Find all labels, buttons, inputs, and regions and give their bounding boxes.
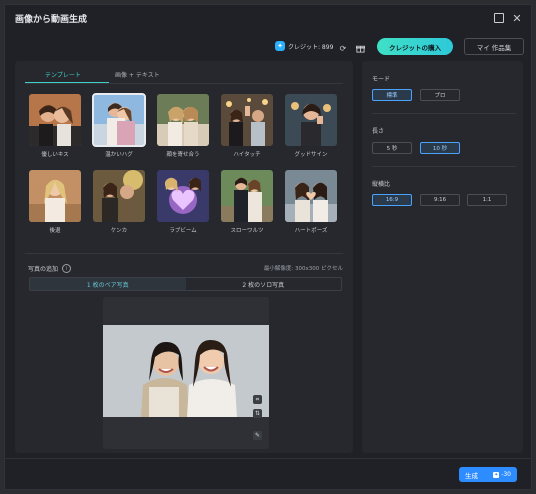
photo-add-label: 写真の追加 [28,266,59,273]
template-thumbnail[interactable] [29,170,81,222]
template-item[interactable]: ハイタッチ [220,94,274,158]
tab-solo-photos[interactable]: 2 枚のソロ写真 [186,278,342,290]
template-label: ハイタッチ [233,152,261,158]
template-item-selected[interactable]: 温かいハグ [92,93,146,158]
uploaded-photo [103,325,269,417]
template-thumbnail[interactable] [285,94,337,146]
close-icon[interactable]: ✕ [511,12,523,25]
template-label: 顔を寄せ合う [166,152,200,158]
info-icon[interactable]: i [62,264,72,273]
gift-icon[interactable] [355,43,365,53]
ratio-label: 縦横比 [372,181,391,188]
template-thumbnail[interactable] [157,94,209,146]
template-item[interactable]: 顔を寄せ合う [156,94,210,158]
template-label: グッドサイン [294,152,328,158]
credit-icon: ✦ [493,471,500,478]
mode-tabs: テンプレート 画像 + テキスト [25,70,205,84]
template-item[interactable]: ラブビーム [156,170,210,234]
uploaded-photo-card[interactable]: ⌗ ⇅ ✎ [103,297,269,449]
template-item[interactable]: スローワルツ [220,170,274,234]
template-label: スローワルツ [230,228,264,234]
template-item[interactable]: グッドサイン [284,94,338,158]
photo-mode-switch: 1 枚のペア写真 2 枚のソロ写真 [29,277,342,291]
mode-label: モード [372,76,391,83]
template-item[interactable]: 優しいキス [28,94,82,158]
maximize-icon[interactable] [493,12,505,24]
template-thumbnail[interactable] [285,170,337,222]
generate-label: 生成 [465,471,478,480]
my-works-button[interactable]: マイ 作品集 [464,38,524,55]
template-label: ケンカ [110,228,128,234]
credit-icon: ✦ [275,41,285,51]
replace-icon[interactable]: ⇅ [253,409,262,418]
template-label: 優しいキス [41,152,69,158]
template-thumbnail[interactable] [221,170,273,222]
length-10s-button[interactable]: 10 秒 [420,142,460,154]
template-label: ハートポーズ [294,228,328,234]
settings-divider [372,166,516,167]
credit-display: ✦ クレジット: 899 [275,41,333,51]
settings-panel: モード 標準 プロ 長さ 5 秒 10 秒 縦横比 16:9 9:16 1:1 [362,61,523,453]
template-panel: テンプレート 画像 + テキスト 優しいキス 温かいハグ 顔を寄せ合う ハイタッ… [15,61,353,453]
template-thumbnail[interactable] [92,93,146,147]
length-label: 長さ [372,128,385,135]
refresh-icon[interactable]: ⟳ [338,43,348,53]
template-thumbnail[interactable] [93,170,145,222]
mode-standard-button[interactable]: 標準 [372,89,412,101]
credit-label: クレジット: 899 [288,43,334,51]
top-toolbar: ✦ クレジット: 899 ⟳ クレジットの購入 マイ 作品集 [5,37,531,59]
template-item[interactable]: 後退 [28,170,82,234]
template-thumbnail[interactable] [157,170,209,222]
generate-button[interactable]: 生成 ✦ -30 [459,467,517,482]
mode-pro-button[interactable]: プロ [420,89,460,101]
template-label: ラブビーム [169,228,197,234]
template-thumbnail[interactable] [221,94,273,146]
template-label: 温かいハグ [105,152,133,158]
photo-add-header: 写真の追加 i [28,264,72,273]
template-item[interactable]: ケンカ [92,170,146,234]
generate-cost-value: -30 [501,471,511,478]
tab-pair-photo[interactable]: 1 枚のペア写真 [30,278,186,290]
length-5s-button[interactable]: 5 秒 [372,142,412,154]
ratio-16-9-button[interactable]: 16:9 [372,194,412,206]
window-title: 画像から動画生成 [15,15,88,25]
tab-template[interactable]: テンプレート [45,70,81,79]
min-resolution-note: 最小解像度: 300x300 ピクセル [263,266,343,272]
ratio-9-16-button[interactable]: 9:16 [420,194,460,206]
footer-bar: 生成 ✦ -30 [5,458,531,489]
edit-icon[interactable]: ✎ [253,431,262,440]
ratio-1-1-button[interactable]: 1:1 [467,194,507,206]
settings-divider [372,113,516,114]
tabs-divider [25,83,343,84]
tab-image-text[interactable]: 画像 + テキスト [115,70,160,79]
dialog-window: 画像から動画生成 ✕ ✦ クレジット: 899 ⟳ クレジットの購入 マイ 作品… [4,4,532,490]
crop-icon[interactable]: ⌗ [253,395,262,404]
template-thumbnail[interactable] [29,94,81,146]
buy-credits-button[interactable]: クレジットの購入 [377,38,453,55]
template-item[interactable]: ハートポーズ [284,170,338,234]
title-bar: 画像から動画生成 ✕ [5,5,531,31]
template-label: 後退 [49,228,61,234]
generate-cost: ✦ -30 [493,471,511,478]
section-divider [25,253,343,254]
